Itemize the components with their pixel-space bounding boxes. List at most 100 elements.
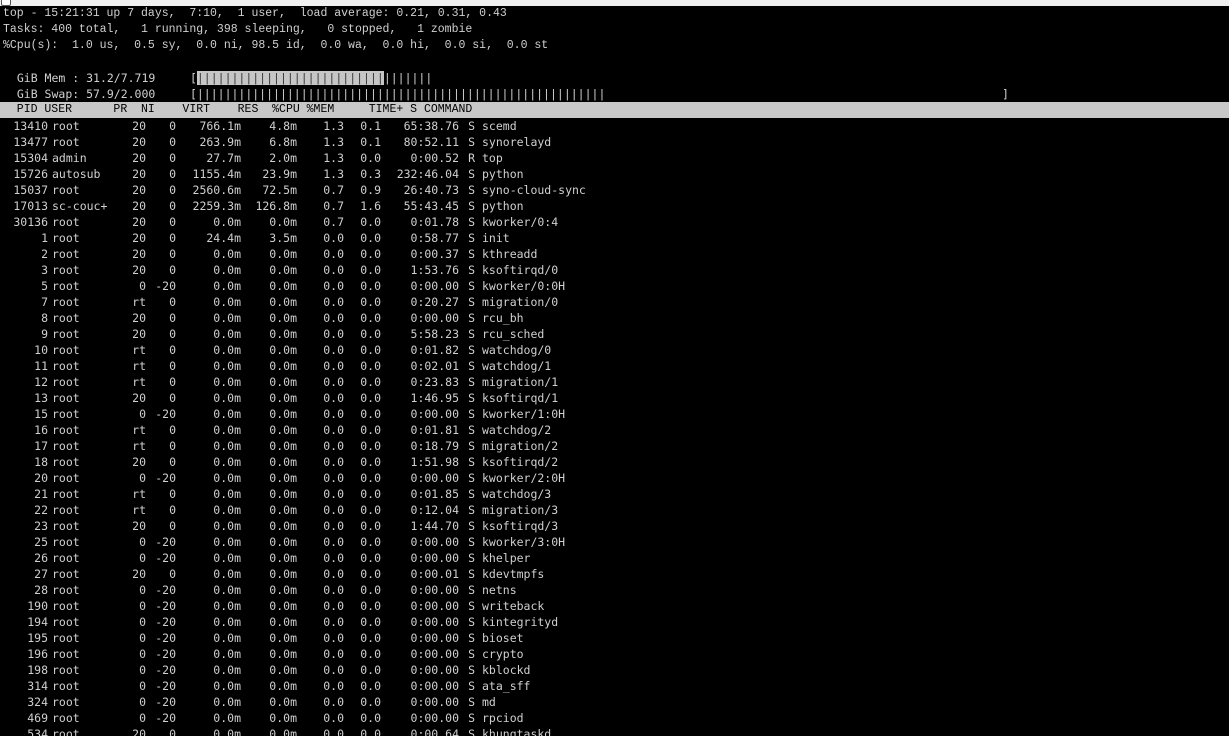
virt-cell: 0.0m: [213, 279, 241, 293]
mem-cell: 0.0: [360, 311, 381, 325]
cpu-cell: 0.0: [323, 503, 344, 517]
process-table-header[interactable]: PID USER PR NI VIRT RES %CPU %MEM TIME+ …: [0, 102, 1229, 118]
cpu-cell: 1.3: [323, 135, 344, 149]
cpu-cell: 0.0: [323, 663, 344, 677]
nice-cell: 0: [169, 391, 176, 405]
priority-cell: rt: [132, 487, 146, 501]
user-cell: root: [52, 663, 80, 677]
res-cell: 0.0m: [269, 391, 297, 405]
process-row[interactable]: 18 root 20 0 0.0m 0.0m 0.0 0.0 1:51.98 Sksoftirqd…: [3, 454, 586, 470]
pid-cell: 15304: [13, 151, 48, 165]
nice-cell: -20: [155, 599, 176, 613]
process-row[interactable]: 8 root 20 0 0.0m 0.0m 0.0 0.0 0:00.00 Srcu_bh: [3, 310, 586, 326]
process-row[interactable]: 20 root 0 -20 0.0m 0.0m 0.0 0.0 0:00.00 Skworker/…: [3, 470, 586, 486]
process-row[interactable]: 13477 root 20 0 263.9m 6.8m 1.3 0.1 80:52.11 Ssyn…: [3, 134, 586, 150]
user-cell: root: [52, 375, 80, 389]
process-row[interactable]: 30136 root 20 0 0.0m 0.0m 0.7 0.0 0:01.78 Skworke…: [3, 214, 586, 230]
time-cell: 80:52.11: [403, 135, 459, 149]
res-cell: 0.0m: [269, 455, 297, 469]
process-row[interactable]: 7 root rt 0 0.0m 0.0m 0.0 0.0 0:20.27 Smigration/…: [3, 294, 586, 310]
process-row[interactable]: 15 root 0 -20 0.0m 0.0m 0.0 0.0 0:00.00 Skworker/…: [3, 406, 586, 422]
state-cell: S: [468, 647, 475, 661]
process-row[interactable]: 28 root 0 -20 0.0m 0.0m 0.0 0.0 0:00.00 Snetns: [3, 582, 586, 598]
user-cell: root: [52, 455, 80, 469]
process-row[interactable]: 314 root 0 -20 0.0m 0.0m 0.0 0.0 0:00.00 Sata_sff: [3, 678, 586, 694]
priority-cell: rt: [132, 295, 146, 309]
cpu-cell: 0.0: [323, 535, 344, 549]
mem-cell: 0.0: [360, 471, 381, 485]
priority-cell: rt: [132, 375, 146, 389]
time-cell: 0:00.00: [410, 599, 459, 613]
command-cell: watchdog/1: [482, 359, 552, 373]
time-cell: 0:00.64: [410, 727, 459, 736]
process-row[interactable]: 13 root 20 0 0.0m 0.0m 0.0 0.0 1:46.95 Sksoftirqd…: [3, 390, 586, 406]
process-row[interactable]: 11 root rt 0 0.0m 0.0m 0.0 0.0 0:02.01 Swatchdog/…: [3, 358, 586, 374]
command-cell: kworker/0:0H: [482, 279, 566, 293]
process-row[interactable]: 9 root 20 0 0.0m 0.0m 0.0 0.0 5:58.23 Srcu_sched: [3, 326, 586, 342]
virt-cell: 1155.4m: [192, 167, 241, 181]
process-row[interactable]: 16 root rt 0 0.0m 0.0m 0.0 0.0 0:01.81 Swatchdog/…: [3, 422, 586, 438]
time-cell: 0:01.78: [410, 215, 459, 229]
pid-cell: 195: [27, 631, 48, 645]
process-row[interactable]: 15037 root 20 0 2560.6m 72.5m 0.7 0.9 26:40.73 Ss…: [3, 182, 585, 198]
process-row[interactable]: 25 root 0 -20 0.0m 0.0m 0.0 0.0 0:00.00 Skworker/…: [3, 534, 586, 550]
mem-cell: 0.0: [360, 519, 381, 533]
time-cell: 1:44.70: [410, 519, 459, 533]
user-cell: autosub: [52, 167, 101, 181]
process-row[interactable]: 190 root 0 -20 0.0m 0.0m 0.0 0.0 0:00.00 Swriteba…: [3, 598, 586, 614]
process-row[interactable]: 196 root 0 -20 0.0m 0.0m 0.0 0.0 0:00.00 Scrypto: [3, 646, 586, 662]
state-cell: S: [468, 455, 475, 469]
state-cell: S: [468, 631, 475, 645]
process-row[interactable]: 324 root 0 -20 0.0m 0.0m 0.0 0.0 0:00.00 Smd: [3, 694, 586, 710]
process-row[interactable]: 15726 autosub 20 0 1155.4m 23.9m 1.3 0.3 232:46.…: [3, 166, 586, 182]
priority-cell: 20: [132, 135, 146, 149]
state-cell: S: [468, 391, 475, 405]
process-row[interactable]: 15304 admin 20 0 27.7m 2.0m 1.3 0.0 0:00.52 Rtop: [3, 150, 586, 166]
time-cell: 0:01.82: [410, 343, 459, 357]
priority-cell: 0: [139, 663, 146, 677]
priority-cell: 0: [139, 631, 146, 645]
process-row[interactable]: 10 root rt 0 0.0m 0.0m 0.0 0.0 0:01.82 Swatchdog/…: [3, 342, 586, 358]
command-cell: kworker/0:4: [482, 215, 559, 229]
time-cell: 1:53.76: [410, 263, 459, 277]
process-row[interactable]: 198 root 0 -20 0.0m 0.0m 0.0 0.0 0:00.00 Skblockd: [3, 662, 586, 678]
swap-bar: ||||||||||||||||||||||||||||||||||||||||…: [196, 87, 606, 101]
process-row[interactable]: 12 root rt 0 0.0m 0.0m 0.0 0.0 0:23.83 Smigration…: [3, 374, 586, 390]
process-row[interactable]: 13410 root 20 0 766.1m 4.8m 1.3 0.1 65:38.76 Ssce…: [3, 118, 586, 134]
process-row[interactable]: 2 root 20 0 0.0m 0.0m 0.0 0.0 0:00.37 Skthreadd: [3, 246, 586, 262]
nice-cell: 0: [169, 423, 176, 437]
process-row[interactable]: 23 root 20 0 0.0m 0.0m 0.0 0.0 1:44.70 Sksoftirqd…: [3, 518, 586, 534]
process-row[interactable]: 5 root 0 -20 0.0m 0.0m 0.0 0.0 0:00.00 Skworker/0…: [3, 278, 586, 294]
process-row[interactable]: 27 root 20 0 0.0m 0.0m 0.0 0.0 0:00.01 Skdevtmpfs: [3, 566, 586, 582]
virt-cell: 2259.3m: [192, 199, 241, 213]
res-cell: 0.0m: [269, 359, 297, 373]
process-row[interactable]: 26 root 0 -20 0.0m 0.0m 0.0 0.0 0:00.00 Skhelper: [3, 550, 586, 566]
nice-cell: 0: [169, 311, 176, 325]
priority-cell: 0: [139, 599, 146, 613]
process-row[interactable]: 534 root 20 0 0.0m 0.0m 0.0 0.0 0:00.64 Skhungtas…: [3, 726, 586, 736]
process-row[interactable]: 17013 sc-couc+ 20 0 2259.3m 126.8m 0.7 1.6 55:43…: [3, 198, 586, 214]
process-row[interactable]: 3 root 20 0 0.0m 0.0m 0.0 0.0 1:53.76 Sksoftirqd/…: [3, 262, 586, 278]
process-row[interactable]: 194 root 0 -20 0.0m 0.0m 0.0 0.0 0:00.00 Skintegr…: [3, 614, 586, 630]
command-cell: watchdog/2: [482, 423, 552, 437]
cpu-cell: 0.0: [323, 295, 344, 309]
mem-cell: 1.6: [360, 199, 381, 213]
process-row[interactable]: 1 root 20 0 24.4m 3.5m 0.0 0.0 0:58.77 Sinit: [3, 230, 586, 246]
pid-cell: 469: [27, 711, 48, 725]
cpu-cell: 0.0: [323, 439, 344, 453]
pid-cell: 198: [27, 663, 48, 677]
user-cell: root: [52, 599, 80, 613]
nice-cell: 0: [169, 343, 176, 357]
process-row[interactable]: 17 root rt 0 0.0m 0.0m 0.0 0.0 0:18.79 Smigration…: [3, 438, 586, 454]
process-row[interactable]: 195 root 0 -20 0.0m 0.0m 0.0 0.0 0:00.00 Sbioset: [3, 630, 586, 646]
time-cell: 55:43.45: [403, 199, 459, 213]
process-row[interactable]: 21 root rt 0 0.0m 0.0m 0.0 0.0 0:01.85 Swatchdog/…: [3, 486, 586, 502]
process-row[interactable]: 469 root 0 -20 0.0m 0.0m 0.0 0.0 0:00.00 Srpciod: [3, 710, 586, 726]
pid-cell: 13410: [13, 119, 48, 133]
process-row[interactable]: 22 root rt 0 0.0m 0.0m 0.0 0.0 0:12.04 Smigration…: [3, 502, 586, 518]
priority-cell: 20: [132, 567, 146, 581]
user-cell: root: [52, 551, 80, 565]
cpu-cell: 0.0: [323, 551, 344, 565]
state-cell: S: [468, 487, 475, 501]
mem-cell: 0.3: [360, 167, 381, 181]
